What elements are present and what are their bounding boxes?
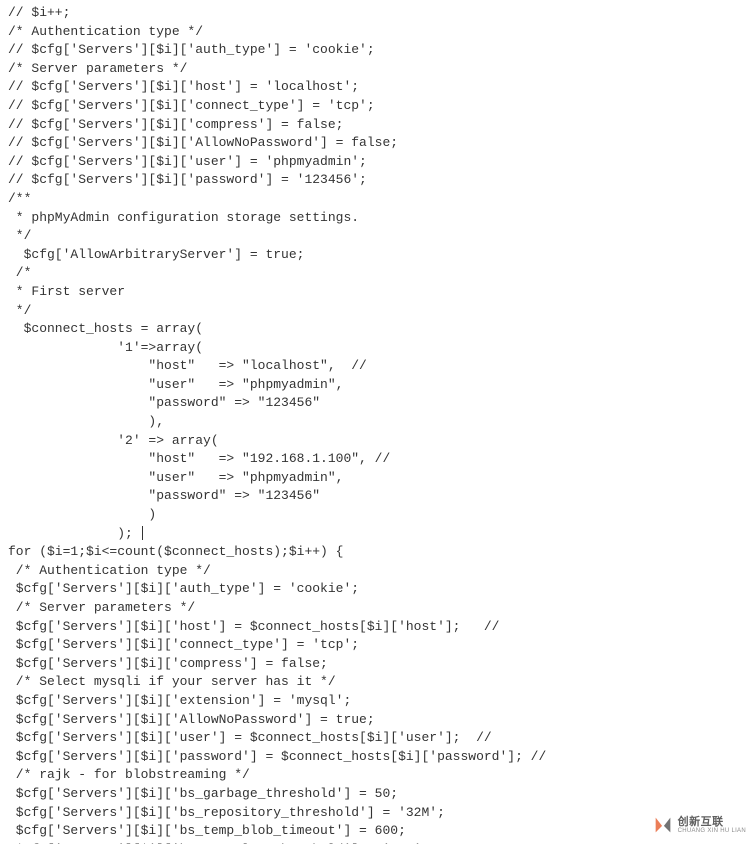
watermark: 创新互联 CHUANG XIN HU LIAN (652, 814, 746, 836)
code-line: "host" => "localhost", // (8, 358, 367, 373)
code-line: for ($i=1;$i<=count($connect_hosts);$i++… (8, 544, 343, 559)
code-line: /* Authentication type */ (8, 563, 211, 578)
code-line: // $cfg['Servers'][$i]['connect_type'] =… (8, 98, 375, 113)
code-line: ) (8, 507, 156, 522)
code-line: "user" => "phpmyadmin", (8, 470, 343, 485)
code-line: /* Server parameters */ (8, 600, 195, 615)
code-line: ), (8, 414, 164, 429)
code-line: // $cfg['Servers'][$i]['auth_type'] = 'c… (8, 42, 375, 57)
code-line: /* rajk - for blobstreaming */ (8, 767, 250, 782)
watermark-text-cn: 创新互联 (678, 817, 746, 828)
code-line: '2' => array( (8, 433, 219, 448)
code-line: $cfg['Servers'][$i]['AllowNoPassword'] =… (8, 712, 375, 727)
code-line: */ (8, 228, 31, 243)
code-line: '1'=>array( (8, 340, 203, 355)
code-line: $cfg['Servers'][$i]['auth_type'] = 'cook… (8, 581, 359, 596)
code-line: /* (8, 265, 31, 280)
code-line: /* Authentication type */ (8, 24, 203, 39)
code-line: */ (8, 303, 31, 318)
code-line: "password" => "123456" (8, 488, 320, 503)
code-line: // $cfg['Servers'][$i]['AllowNoPassword'… (8, 135, 398, 150)
watermark-text-pinyin: CHUANG XIN HU LIAN (678, 828, 746, 834)
code-line: $cfg['Servers'][$i]['extension'] = 'mysq… (8, 693, 351, 708)
code-line: // $cfg['Servers'][$i]['host'] = 'localh… (8, 79, 359, 94)
code-line: "host" => "192.168.1.100", // (8, 451, 390, 466)
code-line: ); (8, 526, 143, 541)
code-line: /** (8, 191, 31, 206)
watermark-logo-icon (652, 814, 674, 836)
code-line: "user" => "phpmyadmin", (8, 377, 343, 392)
code-line: * phpMyAdmin configuration storage setti… (8, 210, 359, 225)
code-line: $cfg['Servers'][$i]['connect_type'] = 't… (8, 637, 359, 652)
code-line: /* Server parameters */ (8, 61, 187, 76)
code-line: $cfg['Servers'][$i]['bs_temp_blob_timeou… (8, 823, 406, 838)
code-line: // $cfg['Servers'][$i]['user'] = 'phpmya… (8, 154, 367, 169)
code-block: // $i++; /* Authentication type */ // $c… (0, 0, 752, 844)
code-line: * First server (8, 284, 125, 299)
code-line: $cfg['Servers'][$i]['password'] = $conne… (8, 749, 546, 764)
text-cursor-icon (142, 526, 143, 540)
code-line: // $i++; (8, 5, 70, 20)
code-line: // $cfg['Servers'][$i]['password'] = '12… (8, 172, 367, 187)
code-line: $cfg['Servers'][$i]['user'] = $connect_h… (8, 730, 492, 745)
code-line: "password" => "123456" (8, 395, 320, 410)
code-line: $connect_hosts = array( (8, 321, 203, 336)
code-line: /* Select mysqli if your server has it *… (8, 674, 336, 689)
code-line: $cfg['AllowArbitraryServer'] = true; (8, 247, 304, 262)
code-line: $cfg['Servers'][$i]['bs_garbage_threshol… (8, 786, 398, 801)
code-line: $cfg['Servers'][$i]['compress'] = false; (8, 656, 328, 671)
code-line: $cfg['Servers'][$i]['bs_repository_thres… (8, 805, 445, 820)
code-line: $cfg['Servers'][$i]['host'] = $connect_h… (8, 619, 499, 634)
code-line: // $cfg['Servers'][$i]['compress'] = fal… (8, 117, 343, 132)
